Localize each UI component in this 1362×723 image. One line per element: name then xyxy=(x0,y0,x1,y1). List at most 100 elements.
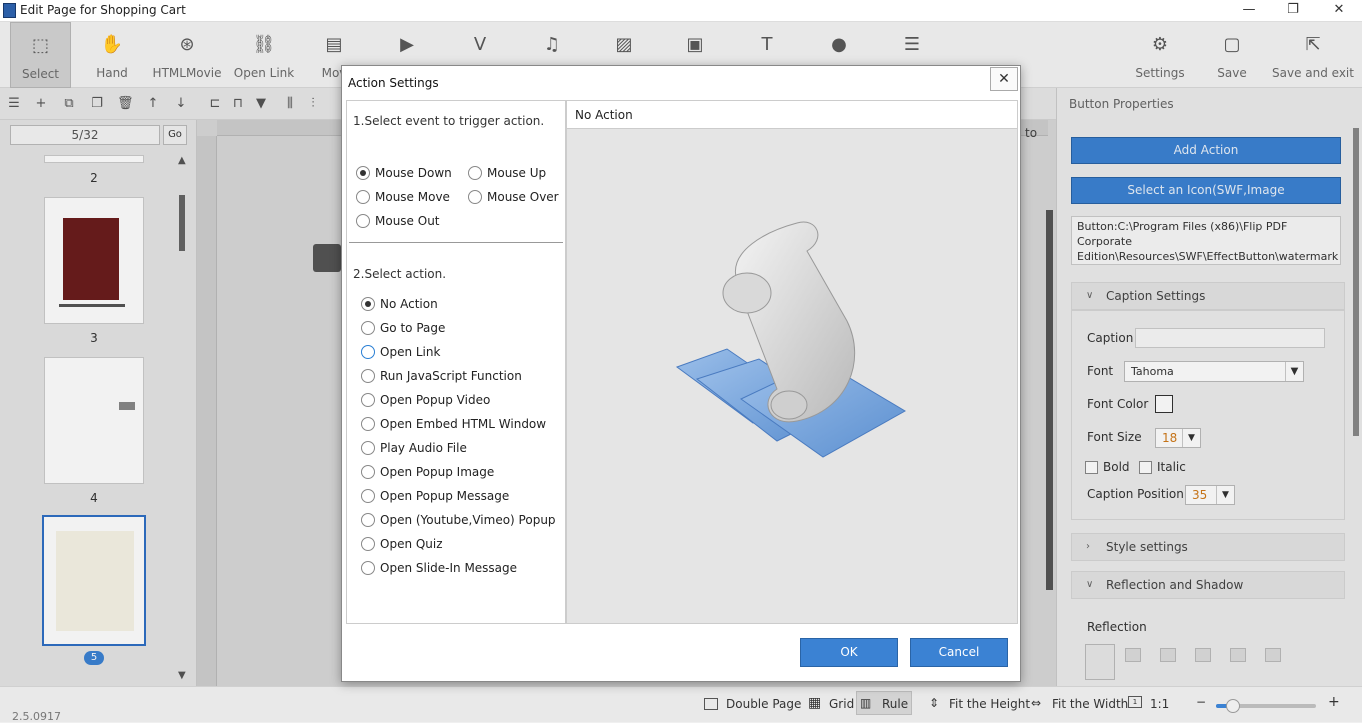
save-icon: ▢ xyxy=(1223,34,1241,55)
action-radio-youtube-vimeo[interactable] xyxy=(361,513,375,527)
action-label-open-link[interactable]: Open Link xyxy=(380,345,440,359)
action-radio-open-quiz[interactable] xyxy=(361,537,375,551)
save-exit-icon: ⇱ xyxy=(1305,34,1321,55)
youtube-icon: ▶ xyxy=(400,34,414,55)
section-divider xyxy=(349,242,563,243)
save-label: Save xyxy=(1217,66,1247,80)
event-radio-mouse-over[interactable] xyxy=(468,190,482,204)
grid-button[interactable]: Grid xyxy=(829,697,854,711)
fit-height-icon: ⇕ xyxy=(929,696,940,710)
action-radio-run-javascript[interactable] xyxy=(361,369,375,383)
image-icon: ▨ xyxy=(615,34,633,55)
grid-icon: ▦ xyxy=(808,695,822,711)
zoom-ratio-label[interactable]: 1:1 xyxy=(1150,697,1169,711)
film-reel-icon: ⊛ xyxy=(179,34,195,55)
zoom-in-icon[interactable]: + xyxy=(1328,694,1340,710)
script-illustration-icon xyxy=(675,221,906,458)
zoom-out-icon[interactable]: − xyxy=(1196,695,1206,709)
action-label-embed-html[interactable]: Open Embed HTML Window xyxy=(380,417,546,431)
minimize-button[interactable]: — xyxy=(1234,0,1264,22)
action-label-popup-image[interactable]: Open Popup Image xyxy=(380,465,494,479)
preview-title: No Action xyxy=(567,101,1017,129)
event-step-label: 1.Select event to trigger action. xyxy=(353,114,545,128)
save-button[interactable]: ▢ Save xyxy=(1208,22,1256,88)
event-label-mouse-over[interactable]: Mouse Over xyxy=(487,190,559,204)
select-tool-label: Select xyxy=(21,67,60,81)
ruler-icon: ▥ xyxy=(860,696,872,710)
event-label-mouse-up[interactable]: Mouse Up xyxy=(487,166,546,180)
ok-button[interactable]: OK xyxy=(800,638,898,667)
action-label-go-to-page[interactable]: Go to Page xyxy=(380,321,445,335)
fit-width-icon: ⇔ xyxy=(1031,696,1042,710)
action-radio-open-link[interactable] xyxy=(361,345,375,359)
zoom-slider-track[interactable] xyxy=(1216,699,1316,713)
event-radio-mouse-move[interactable] xyxy=(356,190,370,204)
open-link-tool-button[interactable]: ⛓ Open Link xyxy=(229,22,299,88)
fit-height-button[interactable]: Fit the Height xyxy=(949,697,1030,711)
dialog-title: Action Settings xyxy=(348,76,439,90)
actual-size-icon: 1 xyxy=(1128,696,1142,708)
vimeo-icon: V xyxy=(473,34,487,55)
action-label-popup-video[interactable]: Open Popup Video xyxy=(380,393,490,407)
action-radio-popup-message[interactable] xyxy=(361,489,375,503)
hand-tool-label: Hand xyxy=(96,66,128,80)
music-icon: ♫ xyxy=(543,34,561,55)
htmlmovie-tool-button[interactable]: ⊛ HTMLMovie xyxy=(152,22,222,88)
action-radio-embed-html[interactable] xyxy=(361,417,375,431)
dialog-close-button[interactable]: ✕ xyxy=(990,67,1018,91)
htmlmovie-tool-label: HTMLMovie xyxy=(152,66,222,80)
action-label-youtube-vimeo[interactable]: Open (Youtube,Vimeo) Popup xyxy=(380,513,556,527)
settings-button[interactable]: ⚙ Settings xyxy=(1132,22,1188,88)
gear-icon: ⚙ xyxy=(1151,34,1169,55)
action-label-no-action[interactable]: No Action xyxy=(380,297,438,311)
action-step-label: 2.Select action. xyxy=(353,267,447,281)
action-label-run-javascript[interactable]: Run JavaScript Function xyxy=(380,369,522,383)
action-label-play-audio[interactable]: Play Audio File xyxy=(380,441,467,455)
cancel-button[interactable]: Cancel xyxy=(910,638,1008,667)
flash-icon: ● xyxy=(831,34,847,55)
event-label-mouse-out[interactable]: Mouse Out xyxy=(375,214,440,228)
event-radio-mouse-out[interactable] xyxy=(356,214,370,228)
hand-tool-button[interactable]: ✋ Hand xyxy=(82,22,142,88)
action-preview-pane: No Action xyxy=(566,100,1018,624)
event-label-mouse-move[interactable]: Mouse Move xyxy=(375,190,450,204)
app-icon xyxy=(3,3,16,18)
action-radio-popup-image[interactable] xyxy=(361,465,375,479)
window-title: Edit Page for Shopping Cart xyxy=(20,3,186,17)
fit-width-button[interactable]: Fit the Width xyxy=(1052,697,1128,711)
select-tool-button[interactable]: ⬚ Select xyxy=(10,22,71,88)
hand-icon: ✋ xyxy=(100,34,124,55)
settings-label: Settings xyxy=(1135,66,1185,80)
close-window-button[interactable]: ✕ xyxy=(1324,0,1354,22)
align-icon: ☰ xyxy=(903,34,921,55)
title-bar: Edit Page for Shopping Cart — ❐ ✕ xyxy=(0,0,1362,22)
gallery-icon: ▣ xyxy=(686,34,704,55)
zoom-slider-handle[interactable] xyxy=(1226,699,1240,713)
action-label-slide-in[interactable]: Open Slide-In Message xyxy=(380,561,517,575)
event-radio-mouse-up[interactable] xyxy=(468,166,482,180)
version-label: 2.5.0917 xyxy=(12,710,61,723)
double-page-icon xyxy=(704,698,718,710)
status-bar: 2.5.0917 Double Page ▦ Grid ▥ Rule ⇕ Fit… xyxy=(0,686,1362,723)
double-page-button[interactable]: Double Page xyxy=(726,697,801,711)
action-radio-slide-in[interactable] xyxy=(361,561,375,575)
event-radio-mouse-down[interactable] xyxy=(356,166,370,180)
save-and-exit-label: Save and exit xyxy=(1272,66,1354,80)
rule-button[interactable]: Rule xyxy=(882,697,908,711)
close-icon: ✕ xyxy=(998,71,1010,87)
movie-icon: ▤ xyxy=(325,34,343,55)
action-radio-play-audio[interactable] xyxy=(361,441,375,455)
action-label-open-quiz[interactable]: Open Quiz xyxy=(380,537,443,551)
event-label-mouse-down[interactable]: Mouse Down xyxy=(375,166,452,180)
action-radio-go-to-page[interactable] xyxy=(361,321,375,335)
restore-button[interactable]: ❐ xyxy=(1278,0,1308,22)
action-label-popup-message[interactable]: Open Popup Message xyxy=(380,489,509,503)
open-link-tool-label: Open Link xyxy=(233,66,295,80)
text-icon: T xyxy=(761,34,773,55)
action-settings-dialog: Action Settings ✕ 1.Select event to trig… xyxy=(341,65,1021,682)
link-icon: ⛓ xyxy=(252,34,276,55)
action-radio-popup-video[interactable] xyxy=(361,393,375,407)
save-and-exit-button[interactable]: ⇱ Save and exit xyxy=(1272,22,1354,88)
action-options-pane: 1.Select event to trigger action. Mouse … xyxy=(346,100,566,624)
action-radio-no-action[interactable] xyxy=(361,297,375,311)
